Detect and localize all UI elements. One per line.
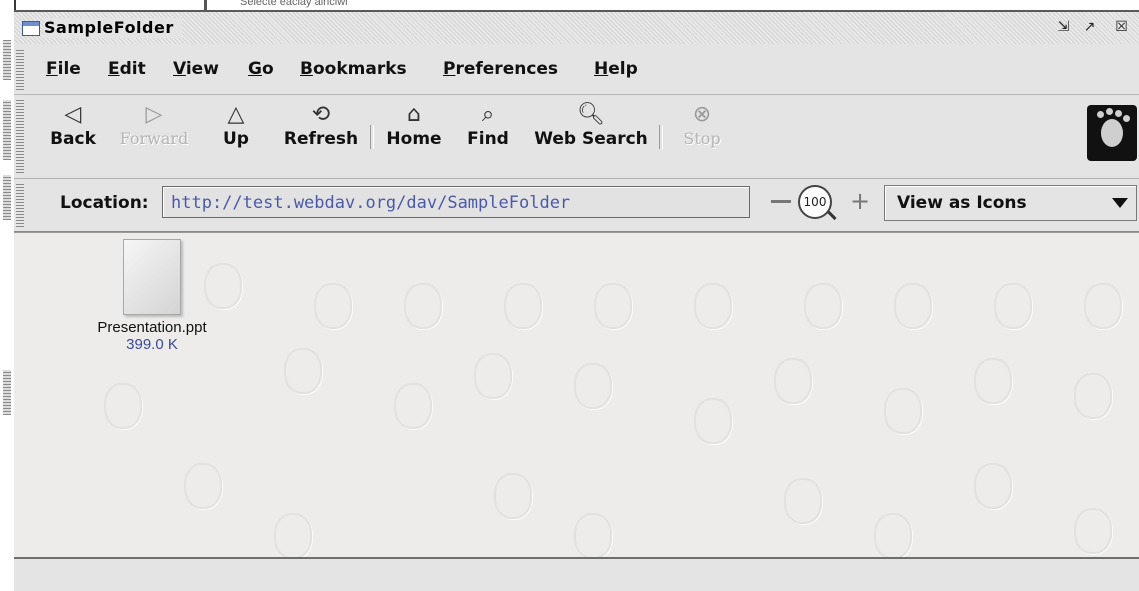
toolbar-separator [370,125,374,149]
back-arrow-icon: ◁ [64,102,82,127]
menu-view[interactable]: View [173,59,219,79]
stop-button[interactable]: ⊗ Stop [672,101,732,148]
background-window: Selecte eaclay ainciwi [200,0,1139,10]
file-item[interactable]: Presentation.ppt 399.0 K [82,239,222,353]
footprint-watermark [804,283,842,329]
menu-file[interactable]: File [46,59,81,79]
up-button[interactable]: △ Up [214,101,258,149]
maximize-icon[interactable]: ↗ [1082,20,1097,35]
menu-preferences[interactable]: Preferences [443,59,558,79]
file-manager-window: SampleFolder ⇲ ↗ ☒ File Edit View Go Boo… [14,10,1139,591]
footprint-watermark [574,513,612,557]
footprint-watermark [894,283,932,329]
footprint-watermark [774,358,812,404]
footprint-watermark [594,283,632,329]
footprint-watermark [874,513,912,557]
location-label: Location: [60,193,149,213]
footprint-watermark [574,363,612,409]
footprint-watermark [1074,373,1112,419]
footprint-watermark [694,398,732,444]
window-app-icon[interactable] [22,21,40,36]
file-size: 399.0 K [126,336,178,353]
footprint-watermark [694,283,732,329]
minimize-icon[interactable]: ⇲ [1056,20,1071,35]
refresh-button[interactable]: ⟲ Refresh [278,101,364,149]
footprint-watermark [404,283,442,329]
footprint-watermark [994,283,1032,329]
status-bar [14,557,1139,591]
window-title: SampleFolder [44,18,182,38]
footprint-watermark [494,473,532,519]
view-mode-select[interactable]: View as Icons [884,185,1137,221]
up-arrow-icon: △ [227,102,245,127]
footprint-watermark [974,358,1012,404]
location-bar: Location: http://test.webdav.org/dav/Sam… [14,179,1139,232]
menu-bookmarks[interactable]: Bookmarks [300,59,407,79]
forward-arrow-icon: ▷ [145,102,163,127]
menu-help[interactable]: Help [594,59,638,79]
footprint-watermark [974,463,1012,509]
footprint-watermark [784,478,822,524]
menu-edit[interactable]: Edit [108,59,146,79]
close-icon[interactable]: ☒ [1114,20,1129,35]
home-icon: ⌂ [407,102,421,127]
footprint-watermark [184,463,222,509]
footprint-watermark [1084,283,1122,329]
footprint-watermark [394,383,432,429]
view-mode-value: View as Icons [897,193,1027,213]
forward-button[interactable]: ▷ Forward [112,101,196,148]
zoom-in-icon[interactable]: + [850,187,870,215]
footprint-watermark [884,388,922,434]
menubar-grip[interactable] [16,50,24,90]
gnome-foot-logo[interactable] [1087,105,1137,161]
toolbar-separator [659,125,663,149]
footprint-watermark [274,513,312,557]
title-bar[interactable]: SampleFolder ⇲ ↗ ☒ [14,12,1139,44]
menu-go[interactable]: Go [248,59,274,79]
refresh-icon: ⟲ [311,102,331,127]
footprint-watermark [474,353,512,399]
background-window-text: Selecte eaclay ainciwi [240,0,348,8]
file-name: Presentation.ppt [97,319,207,336]
toolbar: ◁ Back ▷ Forward △ Up ⟲ Refresh ⌂ Home ⌕… [14,95,1139,179]
find-icon: ⌕ [481,102,495,127]
web-search-icon: 🔍︎ [577,102,605,127]
footprint-watermark [1074,508,1112,554]
locationbar-grip[interactable] [16,183,24,227]
home-button[interactable]: ⌂ Home [382,101,446,149]
document-icon[interactable] [123,239,181,315]
zoom-lens-handle [827,210,837,221]
zoom-out-icon[interactable] [771,200,791,203]
toolbar-grip[interactable] [16,99,24,173]
footprint-watermark [104,383,142,429]
footprint-watermark [314,283,352,329]
footprint-watermark [504,283,542,329]
file-view-area[interactable]: Presentation.ppt 399.0 K [14,232,1139,557]
web-search-button[interactable]: 🔍︎ Web Search [528,101,654,149]
location-input[interactable]: http://test.webdav.org/dav/SampleFolder [162,186,750,218]
zoom-level-icon[interactable]: 100 [798,185,832,219]
find-button[interactable]: ⌕ Find [462,101,514,149]
stop-icon: ⊗ [692,102,712,127]
back-button[interactable]: ◁ Back [46,101,100,149]
menu-bar: File Edit View Go Bookmarks Preferences … [14,46,1139,95]
footprint-watermark [284,348,322,394]
dropdown-arrow-icon [1112,198,1128,208]
